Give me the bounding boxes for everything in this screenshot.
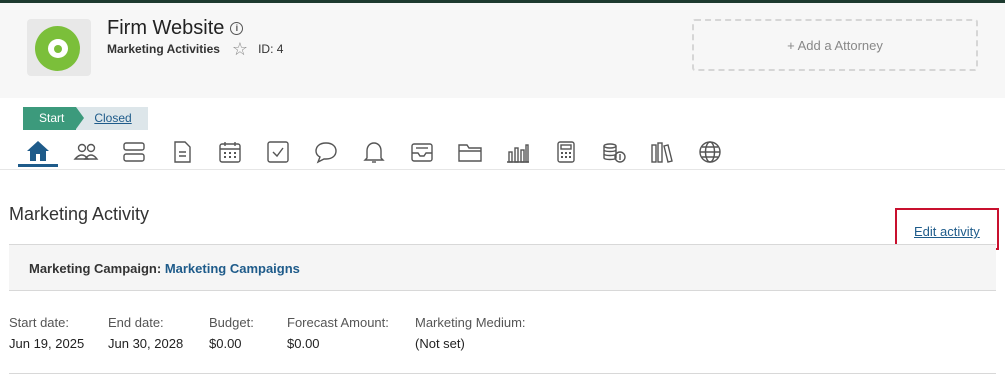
budget-field: Budget: $0.00: [209, 315, 254, 351]
field-label: Forecast Amount:: [287, 315, 389, 330]
library-icon[interactable]: [642, 137, 682, 167]
logo-icon: [35, 26, 80, 71]
bar-chart-icon[interactable]: [498, 137, 538, 167]
stack-icon[interactable]: [114, 137, 154, 167]
marketing-medium-field: Marketing Medium: (Not set): [415, 315, 526, 351]
forecast-amount-field: Forecast Amount: $0.00: [287, 315, 389, 351]
field-label: End date:: [108, 315, 164, 330]
add-attorney-button[interactable]: + Add a Attorney: [692, 19, 978, 71]
subtitle-row: Marketing Activities ☆ ID: 4: [107, 40, 284, 58]
end-date-field: End date: Jun 30, 2028: [108, 315, 183, 351]
field-label: Marketing Medium:: [415, 315, 526, 330]
campaign-label: Marketing Campaign:: [29, 261, 162, 276]
document-icon[interactable]: [162, 137, 202, 167]
campaign-row: Marketing Campaign: Marketing Campaigns: [29, 261, 300, 276]
campaign-link[interactable]: Marketing Campaigns: [165, 261, 300, 276]
inbox-icon[interactable]: [402, 137, 442, 167]
field-label: Budget:: [209, 315, 254, 330]
field-value: $0.00: [287, 336, 320, 351]
start-date-field: Start date: Jun 19, 2025: [9, 315, 84, 351]
home-icon[interactable]: [18, 137, 58, 167]
checkbox-icon[interactable]: [258, 137, 298, 167]
field-value: $0.00: [209, 336, 242, 351]
stage-start[interactable]: Start: [23, 107, 85, 130]
section-title: Marketing Activity: [9, 204, 150, 224]
globe-icon[interactable]: [690, 137, 730, 167]
record-header: Firm Website i Marketing Activities ☆ ID…: [0, 3, 1005, 98]
star-icon[interactable]: ☆: [232, 40, 248, 58]
icon-nav-bar: [18, 137, 1005, 170]
record-id: ID: 4: [258, 42, 284, 56]
stage-closed[interactable]: Closed: [76, 107, 148, 130]
stage-bar: Start Closed: [23, 107, 148, 130]
page-title: Firm Website: [107, 17, 225, 39]
info-icon[interactable]: i: [230, 22, 244, 35]
field-value: Jun 30, 2028: [108, 336, 184, 351]
field-value: (Not set): [415, 336, 465, 351]
bell-icon[interactable]: [354, 137, 394, 167]
coins-icon[interactable]: [594, 137, 634, 167]
field-value: Jun 19, 2025: [9, 336, 85, 351]
folder-icon[interactable]: [450, 137, 490, 167]
calculator-icon[interactable]: [546, 137, 586, 167]
record-logo: [27, 19, 91, 76]
title-row: Firm Website i: [107, 17, 244, 40]
chat-icon[interactable]: [306, 137, 346, 167]
edit-activity-link[interactable]: Edit activity: [914, 224, 980, 239]
people-icon[interactable]: [66, 137, 106, 167]
bottom-divider: [9, 373, 996, 374]
field-label: Start date:: [9, 315, 69, 330]
record-type-label: Marketing Activities: [107, 42, 220, 56]
campaign-bar: Marketing Campaign: Marketing Campaigns: [9, 244, 996, 291]
nav-divider: [0, 169, 1005, 170]
calendar-icon[interactable]: [210, 137, 250, 167]
